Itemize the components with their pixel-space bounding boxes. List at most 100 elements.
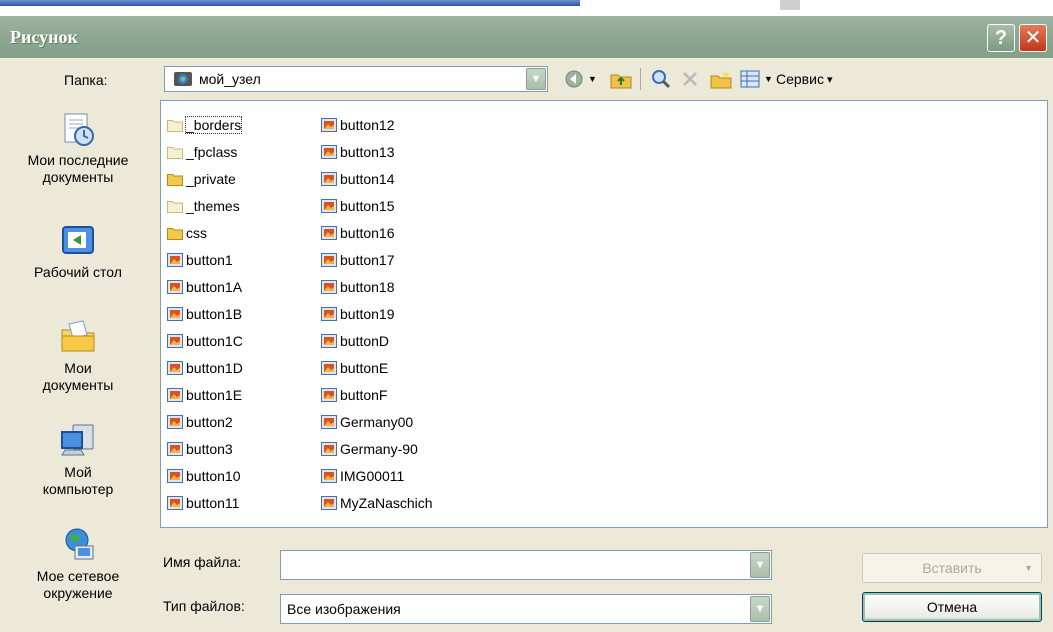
file-item[interactable]: button1E: [167, 381, 243, 408]
views-icon: [740, 70, 760, 88]
file-item[interactable]: buttonE: [321, 354, 433, 381]
file-item[interactable]: button11: [167, 489, 243, 516]
folder-label: Папка:: [64, 72, 108, 88]
file-name: _borders: [184, 115, 243, 134]
image-file-icon: [321, 495, 337, 510]
file-item[interactable]: IMG00011: [321, 462, 433, 489]
place-my-computer[interactable]: Мой компьютер: [4, 422, 152, 498]
tools-menu[interactable]: Сервис ▾: [776, 68, 832, 90]
up-folder-button[interactable]: [610, 68, 632, 90]
background-window-bar: [0, 0, 580, 6]
file-name: button10: [186, 467, 241, 484]
file-item[interactable]: button18: [321, 273, 433, 300]
back-arrow-icon: [565, 70, 583, 88]
search-web-button[interactable]: [650, 68, 672, 90]
back-button[interactable]: ▼: [564, 68, 597, 90]
file-item[interactable]: button17: [321, 246, 433, 273]
file-list[interactable]: _borders _fpclass _private _themescss button…: [160, 100, 1048, 528]
image-file-icon: [321, 333, 337, 348]
cancel-button[interactable]: Отмена: [862, 592, 1042, 622]
image-file-icon: [167, 360, 183, 375]
file-item[interactable]: button15: [321, 192, 433, 219]
place-my-computer-label: Мой компьютер: [42, 464, 114, 497]
background-window-fragment: [780, 0, 800, 10]
file-name: MyZaNaschich: [340, 494, 433, 511]
image-file-icon: [321, 387, 337, 402]
file-name: button18: [340, 278, 395, 295]
delete-button[interactable]: [680, 68, 700, 90]
insert-dropdown-icon[interactable]: ▼: [1024, 554, 1033, 582]
file-item[interactable]: button1D: [167, 354, 243, 381]
file-name: buttonE: [340, 359, 389, 376]
file-item[interactable]: button1A: [167, 273, 243, 300]
file-item[interactable]: button1B: [167, 300, 243, 327]
file-item[interactable]: MyZaNaschich: [321, 489, 433, 516]
file-name: button17: [340, 251, 395, 268]
place-recent[interactable]: Мои последние документы: [4, 110, 152, 186]
file-item[interactable]: _fpclass: [167, 138, 243, 165]
file-item[interactable]: _themes: [167, 192, 243, 219]
image-file-icon: [321, 279, 337, 294]
place-recent-label: Мои последние документы: [27, 152, 129, 185]
file-item[interactable]: button2: [167, 408, 243, 435]
image-file-icon: [321, 144, 337, 159]
views-dropdown-icon[interactable]: ▼: [764, 74, 773, 84]
file-item[interactable]: css: [167, 219, 243, 246]
file-name: button15: [340, 197, 395, 214]
place-my-documents-label: Мои документы: [42, 360, 114, 393]
file-item[interactable]: button12: [321, 111, 433, 138]
file-item[interactable]: Germany-90: [321, 435, 433, 462]
folder-icon: [167, 200, 183, 213]
file-item[interactable]: Germany00: [321, 408, 433, 435]
folder-icon: [167, 119, 183, 132]
file-item[interactable]: _borders: [167, 111, 243, 138]
file-name: button2: [186, 413, 233, 430]
title-bar[interactable]: Рисунок ? ✕: [0, 16, 1053, 58]
file-name: button1A: [186, 278, 243, 295]
place-network-label: Мое сетевое окружение: [36, 568, 120, 601]
image-file-icon: [321, 468, 337, 483]
file-item[interactable]: buttonD: [321, 327, 433, 354]
place-my-documents[interactable]: Мои документы: [4, 318, 152, 394]
file-item[interactable]: _private: [167, 165, 243, 192]
file-name: _themes: [186, 197, 240, 214]
image-file-icon: [321, 306, 337, 321]
file-name: button14: [340, 170, 395, 187]
folder-icon: [167, 146, 183, 159]
filename-input[interactable]: ▼: [280, 550, 772, 580]
filetype-select[interactable]: Все изображения ▼: [280, 594, 772, 624]
image-file-icon: [321, 252, 337, 267]
file-list-column-2: button12 button13 button14 button15 button16…: [321, 111, 433, 516]
file-item[interactable]: button1C: [167, 327, 243, 354]
file-item[interactable]: button16: [321, 219, 433, 246]
file-item[interactable]: button14: [321, 165, 433, 192]
chevron-down-icon[interactable]: ▼: [526, 68, 546, 90]
file-item[interactable]: button3: [167, 435, 243, 462]
file-item[interactable]: button10: [167, 462, 243, 489]
file-item[interactable]: button1: [167, 246, 243, 273]
close-button[interactable]: ✕: [1019, 24, 1047, 52]
insert-button[interactable]: Вставить ▼: [862, 553, 1042, 583]
new-folder-button[interactable]: [710, 68, 732, 90]
file-item[interactable]: button19: [321, 300, 433, 327]
file-item[interactable]: buttonF: [321, 381, 433, 408]
place-desktop[interactable]: Рабочий стол: [4, 222, 152, 281]
image-file-icon: [321, 198, 337, 213]
image-file-icon: [167, 414, 183, 429]
help-button[interactable]: ?: [987, 24, 1015, 52]
up-folder-icon: [610, 74, 632, 89]
file-name: css: [186, 224, 207, 241]
chevron-down-icon[interactable]: ▼: [750, 596, 770, 622]
views-button[interactable]: ▼: [740, 68, 773, 90]
back-dropdown-icon[interactable]: ▼: [588, 74, 597, 84]
image-file-icon: [167, 279, 183, 294]
place-network[interactable]: Мое сетевое окружение: [4, 526, 152, 602]
place-desktop-label: Рабочий стол: [34, 264, 122, 280]
folder-combo[interactable]: мой_узел ▼: [164, 66, 548, 92]
places-bar: Мои последние документы Рабочий стол Мои…: [4, 100, 152, 624]
chevron-down-icon[interactable]: ▼: [750, 552, 770, 578]
image-file-icon: [167, 468, 183, 483]
file-item[interactable]: button13: [321, 138, 433, 165]
image-file-icon: [321, 360, 337, 375]
file-name: Germany00: [340, 413, 414, 430]
